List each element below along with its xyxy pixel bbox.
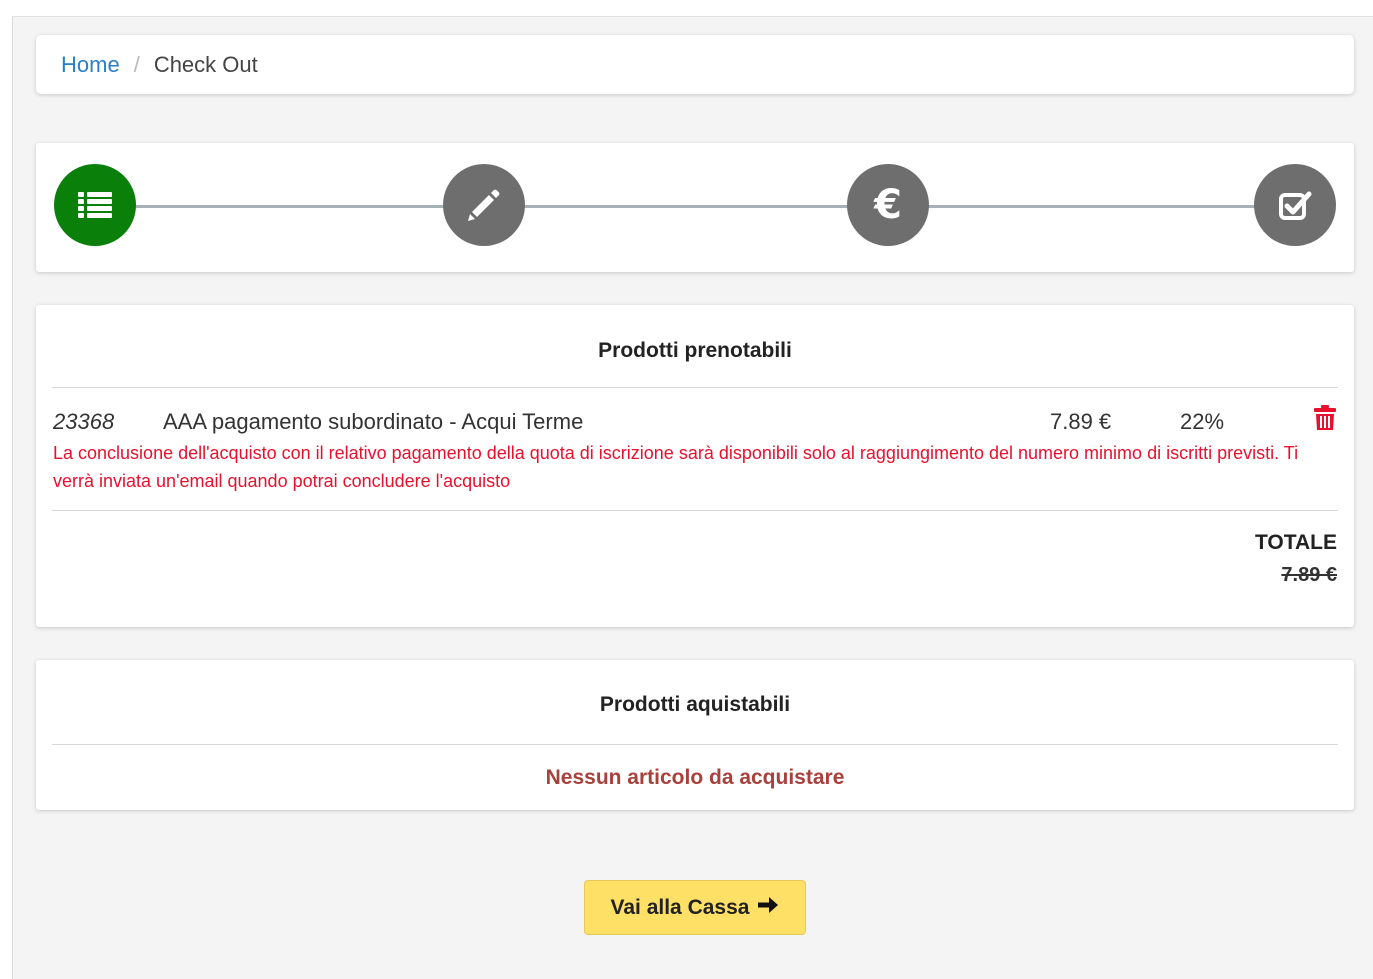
purchasable-products-title: Prodotti aquistabili xyxy=(599,693,791,716)
breadcrumb-home-link[interactable]: Home xyxy=(61,52,120,78)
divider xyxy=(52,510,1338,511)
product-name: AAA pagamento subordinato - Acqui Terme xyxy=(163,409,584,434)
euro-icon: € xyxy=(874,182,902,228)
reservable-products-title: Prodotti prenotabili xyxy=(598,339,792,362)
check-square-icon xyxy=(1278,189,1312,221)
checkout-button-label: Vai alla Cassa xyxy=(610,895,750,919)
step-edit-data[interactable] xyxy=(443,164,525,246)
minimum-enrollment-warning: La conclusione dell'acquisto con il rela… xyxy=(53,443,1299,491)
list-icon xyxy=(78,191,112,219)
arrow-right-icon xyxy=(757,896,779,920)
total-value: 7.89 € xyxy=(1281,564,1337,586)
step-payment[interactable]: € xyxy=(847,164,929,246)
divider xyxy=(52,387,1338,388)
breadcrumb-card: Home / Check Out xyxy=(36,35,1354,94)
total-label: TOTALE xyxy=(1254,531,1337,554)
breadcrumb-current: Check Out xyxy=(153,52,258,77)
list-item: 23368 AAA pagamento subordinato - Acqui … xyxy=(53,405,1338,437)
breadcrumb: Home / Check Out xyxy=(61,52,258,78)
step-confirm[interactable] xyxy=(1254,164,1336,246)
product-vat: 22% xyxy=(1180,409,1225,434)
breadcrumb-separator: / xyxy=(133,52,140,77)
checkout-stepper: € xyxy=(36,143,1354,272)
divider xyxy=(52,744,1338,745)
product-price: 7.89 € xyxy=(1050,409,1112,434)
stepper-line xyxy=(106,205,1294,208)
reservable-products-card: Prodotti prenotabili 23368 AAA pagamento… xyxy=(36,305,1354,627)
go-to-checkout-button[interactable]: Vai alla Cassa xyxy=(584,880,806,935)
product-code: 23368 xyxy=(53,409,115,434)
pencil-icon xyxy=(467,188,501,222)
trash-icon[interactable] xyxy=(1314,405,1336,437)
step-cart-list[interactable] xyxy=(54,164,136,246)
purchasable-products-card: Prodotti aquistabili Nessun articolo da … xyxy=(36,660,1354,810)
empty-cart-message: Nessun articolo da acquistare xyxy=(545,766,845,789)
